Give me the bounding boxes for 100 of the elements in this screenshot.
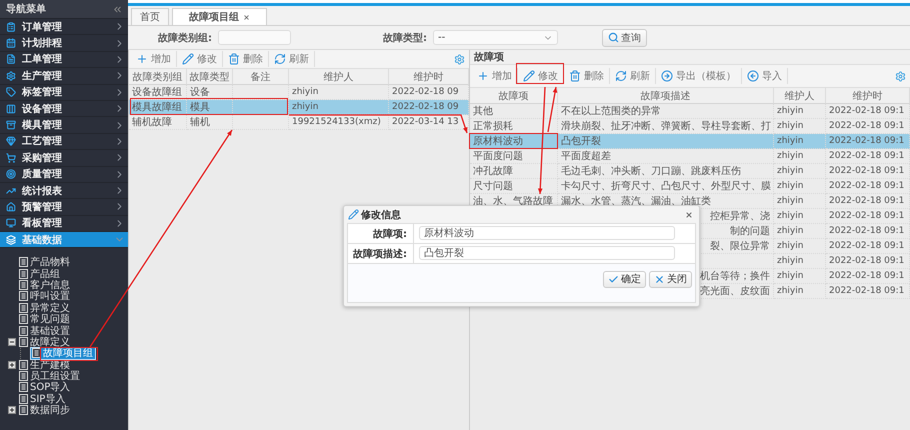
collapse-box-icon[interactable]	[8, 338, 16, 346]
column-header[interactable]: 故障项描述	[558, 88, 774, 104]
table-cell: 模具	[187, 100, 233, 115]
table-cell: 2022-02-18 09:1	[826, 104, 910, 119]
table-cell: 卡勾尺寸、折弯尺寸、凸包尺寸、外型尺寸、膜	[558, 179, 774, 194]
table-cell: 2022-02-18 09:1	[826, 284, 910, 299]
document-icon	[19, 382, 28, 392]
plus-icon	[136, 53, 148, 65]
menu-item[interactable]: 订单管理	[0, 19, 128, 36]
table-cell: 2022-02-18 09:1	[826, 209, 910, 224]
clipboard-icon	[6, 22, 16, 32]
toolbar-button[interactable]: 增加	[472, 68, 518, 84]
table-cell: 2022-02-18 09:1	[826, 149, 910, 164]
input-field[interactable]	[218, 30, 291, 45]
tree-item[interactable]: 异常定义	[18, 302, 72, 314]
tree-item[interactable]: 客户信息	[18, 279, 72, 290]
table-cell: 辅机故障	[129, 115, 187, 130]
table-cell: 辅机	[187, 115, 233, 130]
table-cell: zhiyin	[774, 119, 826, 134]
toolbar-button[interactable]: 刷新	[610, 68, 656, 84]
input-field[interactable]: 凸包开裂	[419, 246, 675, 260]
input-field[interactable]: 原材料波动	[419, 226, 675, 240]
column-header[interactable]: 故障项	[470, 88, 558, 104]
tree-item[interactable]: 常见问题	[18, 314, 72, 325]
tab[interactable]: 故障项目组	[172, 8, 267, 25]
table-cell: 19921524133(xmz)	[289, 115, 389, 130]
table-cell: zhiyin	[774, 179, 826, 194]
tree-item[interactable]: 基础设置	[18, 325, 72, 336]
column-header[interactable]: 维护人	[289, 69, 389, 85]
toolbar-button[interactable]: 修改	[177, 51, 223, 67]
toolbar-button[interactable]: 导出（模板）	[656, 68, 742, 84]
toolbar-button[interactable]: 删除	[223, 51, 269, 67]
table-cell: 平面度问题	[470, 149, 558, 164]
toolbar-button[interactable]: 增加	[131, 51, 177, 67]
tree-item[interactable]: 故障项目组	[31, 348, 95, 359]
tree-item[interactable]: 员工组设置	[18, 370, 82, 382]
menu-item[interactable]: 工艺管理	[0, 134, 128, 150]
table-cell: zhiyin	[774, 149, 826, 164]
column-header[interactable]: 故障类别组	[129, 69, 187, 85]
table-cell: 尺寸问题	[470, 179, 558, 194]
column-header[interactable]: 维护时	[826, 88, 910, 104]
toolbar-button[interactable]: 删除	[564, 68, 610, 84]
table-cell: zhiyin	[774, 239, 826, 254]
tree-item[interactable]: SOP导入	[18, 382, 72, 393]
document-icon	[32, 348, 41, 358]
tab[interactable]: 首页	[131, 8, 169, 25]
dialog-button[interactable]: 关闭	[649, 270, 692, 288]
menu-item[interactable]: 生产管理	[0, 68, 128, 85]
table-cell: 滑块崩裂、扯牙冲断、弹簧断、导柱导套断、打	[558, 119, 774, 134]
document-icon	[19, 302, 28, 313]
field-label: 故障项:	[348, 224, 414, 243]
table-cell: 毛边毛刺、冲头断、刀口蹦、跳废料压伤	[558, 164, 774, 179]
toolbar-button[interactable]: 刷新	[269, 51, 315, 67]
column-header[interactable]: 维护时	[389, 69, 469, 85]
column-header[interactable]: 维护人	[774, 88, 826, 104]
close-icon	[654, 274, 665, 284]
refresh-icon	[615, 70, 627, 82]
trash-icon	[569, 70, 581, 82]
toolbar-button[interactable]: 导入	[742, 68, 788, 84]
document-icon	[19, 371, 28, 382]
table-cell: 其他	[470, 104, 558, 119]
tree-item[interactable]: 产品组	[18, 268, 62, 280]
select-field[interactable]: --	[433, 30, 558, 45]
menu-item[interactable]: 预警管理	[0, 199, 128, 216]
menu-item[interactable]: 设备管理	[0, 100, 128, 118]
archive-icon	[6, 120, 16, 130]
tree-item[interactable]: 呼叫设置	[18, 290, 72, 302]
table-cell: 平面度超差	[558, 149, 774, 164]
toolbar-button[interactable]: 修改	[518, 68, 564, 84]
menu-item[interactable]: 工单管理	[0, 52, 128, 68]
menu-item[interactable]: 计划排程	[0, 35, 128, 52]
menu-item[interactable]: 质量管理	[0, 166, 128, 183]
field-label: 故障项描述:	[348, 244, 414, 263]
tree-item[interactable]: 故障定义	[18, 336, 72, 348]
search-button[interactable]: 查询	[602, 28, 647, 46]
table-cell: 模具故障组	[129, 100, 187, 115]
document-icon	[19, 394, 28, 404]
tree-item[interactable]: SIP导入	[18, 393, 68, 404]
gem-icon	[6, 136, 16, 146]
menu-item[interactable]: 标签管理	[0, 84, 128, 101]
tree-item[interactable]: 产品物料	[18, 256, 72, 268]
document-icon	[19, 360, 28, 370]
menu-item[interactable]: 模具管理	[0, 117, 128, 134]
target-icon	[6, 169, 16, 180]
tree-item[interactable]: 数据同步	[18, 404, 72, 416]
trash-icon	[228, 53, 240, 65]
table-cell: 凸包开裂	[558, 134, 774, 149]
column-header[interactable]: 故障类型	[187, 69, 233, 85]
menu-item[interactable]: 统计报表	[0, 182, 128, 200]
pencil-icon	[348, 209, 359, 220]
table-cell	[233, 85, 289, 100]
dialog-button[interactable]: 确定	[603, 270, 646, 288]
table-cell: 2022-03-14 13	[389, 115, 469, 130]
annotation-box	[516, 63, 564, 84]
table-cell: zhiyin	[774, 164, 826, 179]
expand-box-icon[interactable]	[8, 406, 16, 414]
table-cell: 正常损耗	[470, 119, 558, 134]
menu-item[interactable]: 采购管理	[0, 150, 128, 167]
column-header[interactable]: 备注	[233, 69, 289, 85]
expand-box-icon[interactable]	[8, 360, 16, 369]
